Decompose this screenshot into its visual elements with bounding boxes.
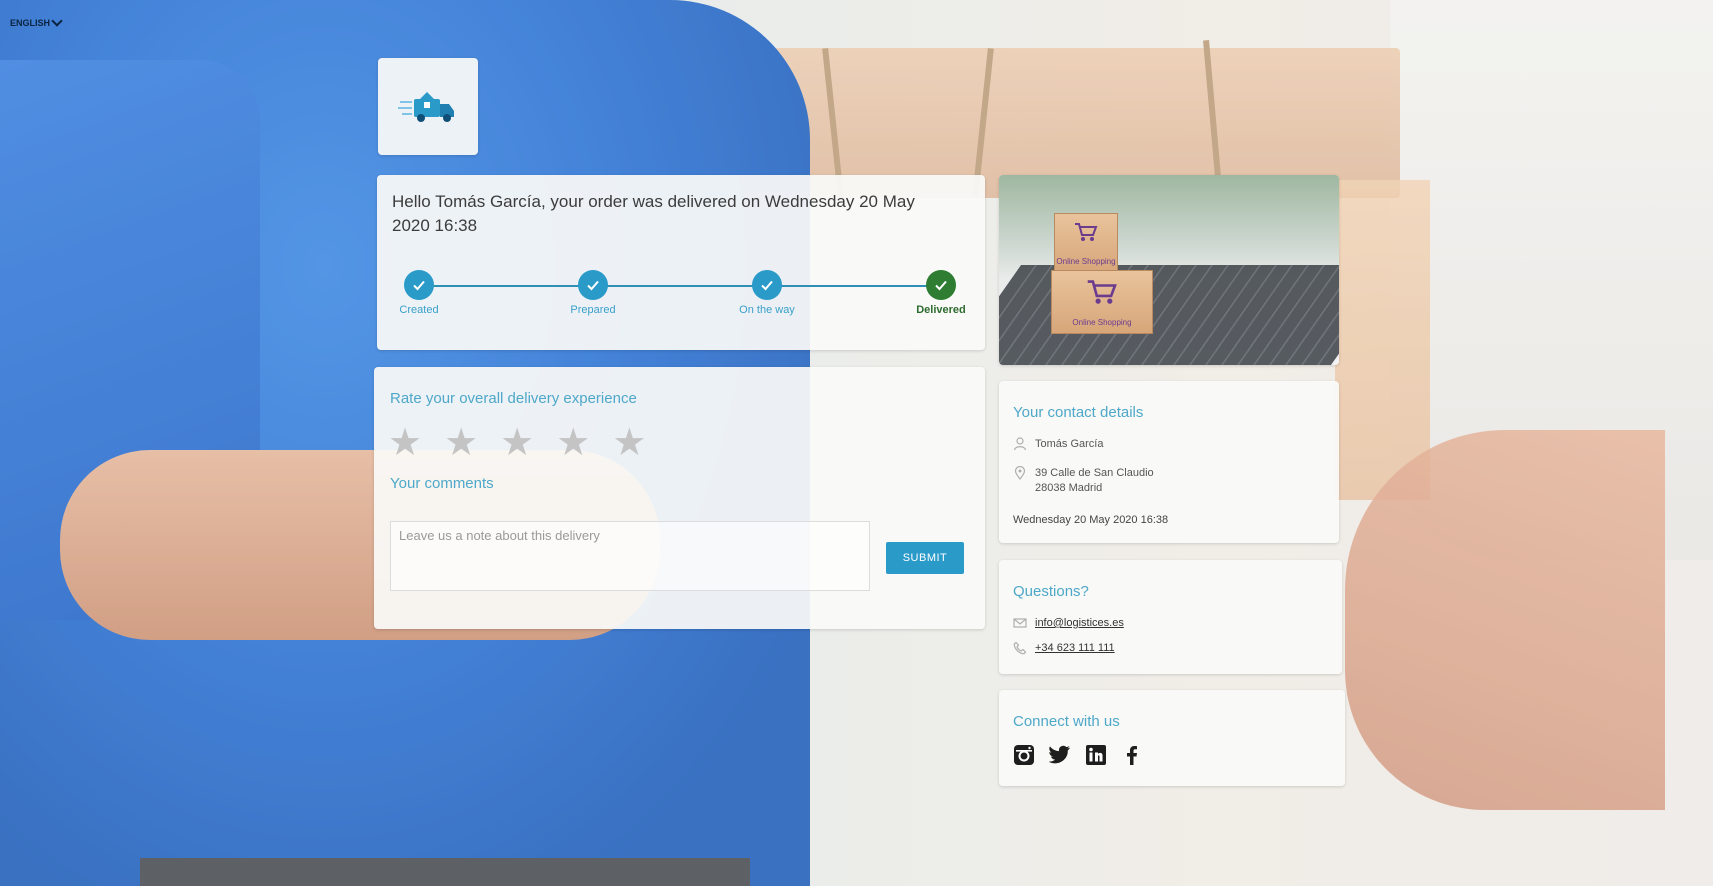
check-icon — [926, 270, 956, 300]
instagram-icon[interactable] — [1013, 744, 1035, 766]
person-icon — [1013, 437, 1027, 451]
step-prepared: Prepared — [548, 270, 638, 316]
mail-icon — [1013, 618, 1027, 628]
shopping-box: Online Shopping — [1054, 213, 1118, 273]
shopping-box: Online Shopping — [1051, 270, 1153, 334]
delivery-truck-icon — [398, 91, 454, 122]
box-label: Online Shopping — [1072, 318, 1132, 327]
cart-icon — [1087, 280, 1117, 304]
cart-icon — [1075, 223, 1098, 241]
step-label: Created — [399, 304, 439, 316]
contact-name: Tomás García — [1035, 438, 1104, 450]
check-icon — [752, 270, 782, 300]
phone-icon — [1013, 641, 1027, 655]
star-1-icon[interactable]: ★ — [388, 424, 422, 462]
chevron-down-icon — [51, 15, 63, 27]
submit-button[interactable]: SUBMIT — [886, 542, 964, 574]
laptop-keyboard — [999, 265, 1339, 365]
rating-title: Rate your overall delivery experience — [390, 390, 637, 407]
step-label: Delivered — [916, 304, 966, 316]
social-card: Connect with us — [999, 690, 1345, 786]
check-icon — [404, 270, 434, 300]
contact-address: 39 Calle de San Claudio 28038 Madrid — [1035, 466, 1154, 496]
social-links — [1013, 744, 1143, 766]
step-on-the-way: On the way — [722, 270, 812, 316]
step-delivered: Delivered — [896, 270, 986, 316]
box-label: Online Shopping — [1056, 257, 1116, 266]
phone-row: +34 623 111 111 — [1013, 641, 1115, 656]
delivery-note-input[interactable] — [390, 521, 870, 591]
contact-title: Your contact details — [1013, 404, 1144, 421]
delivery-date: Wednesday 20 May 2020 16:38 — [1013, 514, 1169, 526]
step-label: Prepared — [570, 304, 616, 316]
company-logo — [378, 58, 478, 155]
star-3-icon[interactable]: ★ — [500, 424, 534, 462]
contact-address-row: 39 Calle de San Claudio 28038 Madrid — [1013, 466, 1154, 496]
email-link[interactable]: info@logistices.es — [1035, 616, 1124, 631]
email-row: info@logistices.es — [1013, 616, 1124, 631]
address-line-1: 39 Calle de San Claudio — [1035, 467, 1154, 479]
phone-link[interactable]: +34 623 111 111 — [1035, 641, 1115, 656]
contact-name-row: Tomás García — [1013, 437, 1103, 452]
linkedin-icon[interactable] — [1085, 744, 1107, 766]
facebook-icon[interactable] — [1121, 744, 1143, 766]
order-status-title: Hello Tomás García, your order was deliv… — [392, 192, 915, 235]
star-2-icon[interactable]: ★ — [444, 424, 478, 462]
progress-line — [419, 285, 941, 287]
language-label: ENGLISH — [10, 18, 51, 28]
social-title: Connect with us — [1013, 713, 1120, 730]
step-label: On the way — [739, 304, 795, 316]
address-line-2: 28038 Madrid — [1035, 482, 1103, 494]
delivery-progress-tracker: Created Prepared On the way Delivered — [399, 270, 966, 330]
star-5-icon[interactable]: ★ — [612, 424, 646, 462]
star-rating: ★ ★ ★ ★ ★ — [388, 424, 646, 462]
language-selector[interactable]: ENGLISH — [10, 15, 63, 28]
location-pin-icon — [1014, 466, 1026, 480]
check-icon — [578, 270, 608, 300]
star-4-icon[interactable]: ★ — [556, 424, 590, 462]
questions-title: Questions? — [1013, 583, 1089, 600]
order-status-card: Hello Tomás García, your order was deliv… — [377, 175, 985, 350]
contact-details-card: Your contact details Tomás García 39 Cal… — [999, 381, 1339, 543]
online-shopping-photo: Online Shopping Online Shopping — [999, 175, 1339, 365]
rating-card: Rate your overall delivery experience ★ … — [374, 367, 985, 629]
questions-card: Questions? info@logistices.es +34 623 11… — [999, 560, 1342, 674]
comments-title: Your comments — [390, 475, 494, 492]
step-created: Created — [374, 270, 464, 316]
twitter-icon[interactable] — [1049, 744, 1071, 766]
